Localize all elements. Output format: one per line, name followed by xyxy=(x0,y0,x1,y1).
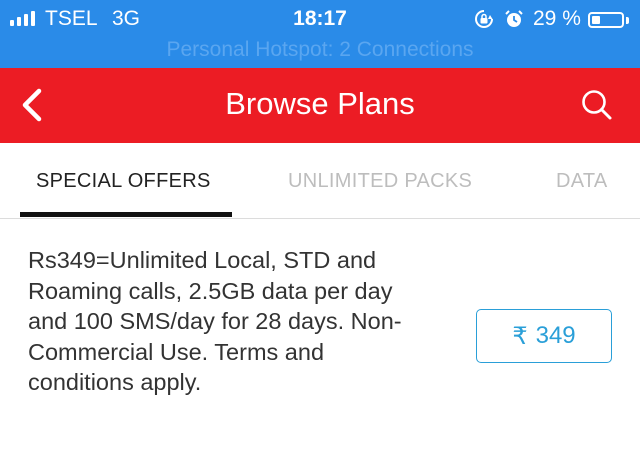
offer-description-line: Rs349=Unlimited Local, STD and xyxy=(28,247,377,273)
tab-bar: SPECIAL OFFERS UNLIMITED PACKS DATA xyxy=(0,143,640,219)
tab-special-offers[interactable]: SPECIAL OFFERS xyxy=(36,170,211,193)
tab-unlimited-packs[interactable]: UNLIMITED PACKS xyxy=(288,170,472,193)
offer-description-line: conditions apply. xyxy=(28,369,202,395)
alarm-icon xyxy=(505,10,523,27)
rotation-lock-icon xyxy=(475,10,493,28)
app-header: Browse Plans xyxy=(0,68,640,143)
offer-card: Rs349=Unlimited Local, STD and Roaming c… xyxy=(0,218,640,408)
price-value: 349 xyxy=(535,322,576,349)
rupee-icon: ₹ xyxy=(512,322,528,350)
page-title: Browse Plans xyxy=(225,86,415,121)
battery-icon xyxy=(588,12,624,28)
active-tab-indicator xyxy=(20,212,232,217)
offer-description-line: and 100 SMS/day for 28 days. Non- xyxy=(28,308,402,334)
offer-description: Rs349=Unlimited Local, STD and Roaming c… xyxy=(28,245,458,398)
battery-tip xyxy=(626,17,629,24)
battery-percent: 29 % xyxy=(533,7,581,30)
price-button[interactable]: ₹ 349 xyxy=(476,309,612,363)
search-icon[interactable] xyxy=(572,82,620,128)
offer-description-line: Roaming calls, 2.5GB data per day xyxy=(28,277,393,304)
tab-data[interactable]: DATA xyxy=(556,170,608,193)
offer-description-line: Commercial Use. Terms and xyxy=(28,338,325,365)
hotspot-banner[interactable]: Personal Hotspot: 2 Connections xyxy=(0,38,640,62)
status-bar: TSEL 3G 18:17 29 % Personal Hotspot: 2 C… xyxy=(0,0,640,68)
